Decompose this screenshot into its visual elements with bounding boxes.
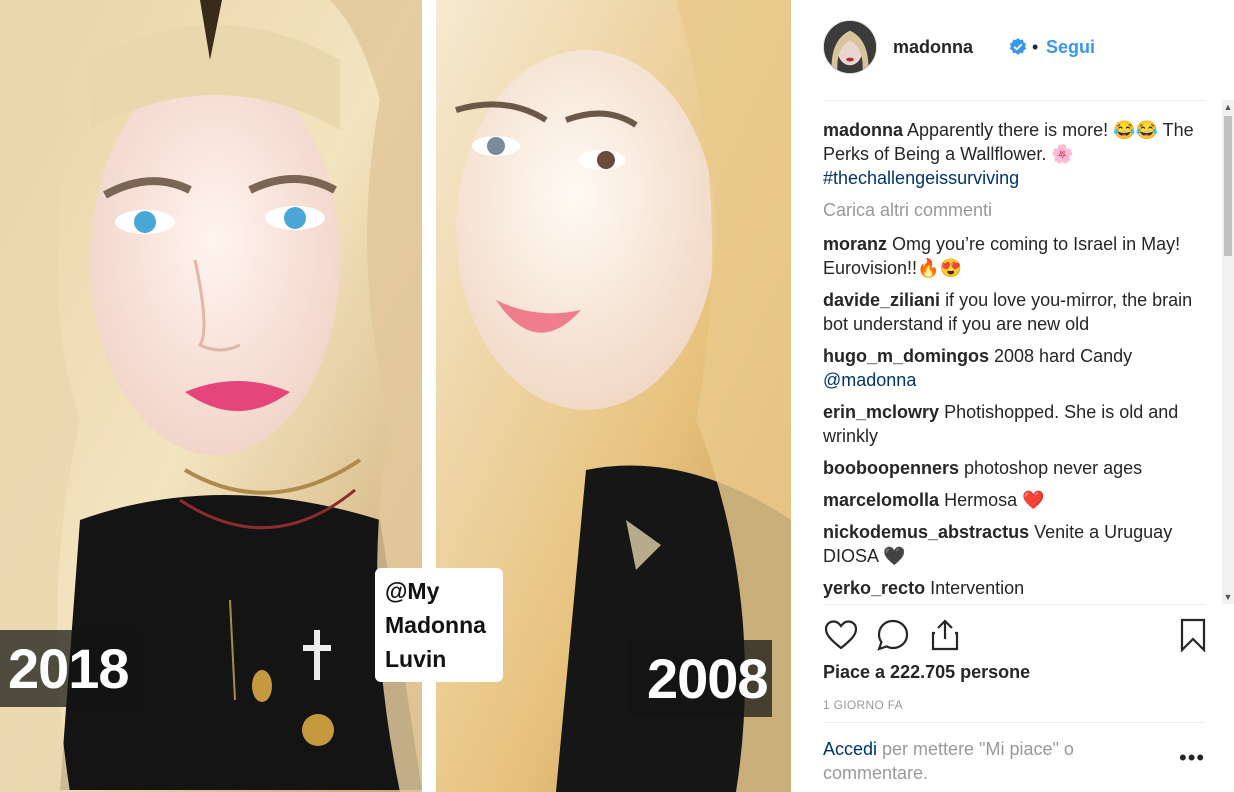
comment-item: nickodemus_abstractus Venite a Uruguay D… — [823, 520, 1205, 568]
verified-badge-icon — [1009, 38, 1027, 55]
comment-username[interactable]: marcelomolla — [823, 490, 939, 510]
load-more-comments-button[interactable]: Carica altri commenti — [823, 198, 1205, 222]
avatar[interactable] — [823, 20, 877, 74]
comment-text: 2008 hard Candy — [994, 346, 1133, 366]
comment-item: erin_mclowry Photishopped. She is old an… — [823, 400, 1205, 448]
caption-hashtag[interactable]: #thechallengeissurviving — [823, 168, 1019, 188]
comment-text: Intervention — [930, 578, 1025, 598]
year-label-2008: 2008 — [627, 640, 772, 717]
tag-line: Madonna — [385, 612, 486, 638]
comment-button[interactable] — [875, 617, 911, 653]
follow-button[interactable]: Segui — [1046, 37, 1095, 58]
header-username[interactable]: madonna — [893, 37, 973, 58]
scrollbar-thumb[interactable] — [1224, 116, 1232, 256]
comment-item: davide_ziliani if you love you-mirror, t… — [823, 288, 1205, 336]
post-header: madonna • Segui — [823, 20, 1205, 101]
header-separator: • — [1032, 37, 1039, 57]
bookmark-icon — [1180, 618, 1206, 653]
comment-username[interactable]: booboopenners — [823, 458, 959, 478]
post-caption: madonna Apparently there is more! 😂😂 The… — [823, 118, 1205, 190]
comment-username[interactable]: yerko_recto — [823, 578, 925, 598]
comment-username[interactable]: nickodemus_abstractus — [823, 522, 1029, 542]
post-timestamp[interactable]: 1 GIORNO FA — [823, 698, 903, 712]
scroll-down-arrow-icon[interactable]: ▼ — [1222, 590, 1234, 604]
tag-line: Luvin — [385, 646, 447, 672]
comment-item: moranz Omg you’re coming to Israel in Ma… — [823, 232, 1205, 280]
comment-item: marcelomolla Hermosa ❤️ — [823, 488, 1205, 512]
like-button[interactable] — [823, 617, 859, 653]
comments-list[interactable]: madonna Apparently there is more! 😂😂 The… — [823, 118, 1205, 604]
more-options-button[interactable]: ••• — [1179, 747, 1205, 769]
comment-username[interactable]: erin_mclowry — [823, 402, 939, 422]
comment-item: booboopenners photoshop never ages — [823, 456, 1205, 480]
share-icon — [931, 619, 959, 651]
post-side-panel: madonna • Segui madonna Apparently there… — [791, 0, 1234, 792]
comment-item: yerko_recto Intervention — [823, 576, 1205, 600]
comment-mention[interactable]: @madonna — [823, 370, 916, 390]
tag-line: @My — [385, 578, 440, 604]
heart-icon — [824, 620, 858, 650]
comment-username[interactable]: hugo_m_domingos — [823, 346, 989, 366]
save-button[interactable] — [1175, 617, 1211, 653]
divider — [823, 722, 1205, 723]
comment-text: photoshop never ages — [964, 458, 1143, 478]
comments-scrollbar[interactable]: ▲ ▼ — [1222, 100, 1234, 604]
post-photo[interactable]: 2018 2008 @My Madonna Luvin — [0, 0, 791, 792]
login-link[interactable]: Accedi — [823, 739, 877, 759]
comment-username[interactable]: davide_ziliani — [823, 290, 940, 310]
post-actions-bar — [823, 604, 1206, 665]
share-button[interactable] — [927, 617, 963, 653]
comment-text: Hermosa ❤️ — [944, 490, 1045, 510]
comment-item: hugo_m_domingos 2008 hard Candy @madonna — [823, 344, 1205, 392]
scroll-up-arrow-icon[interactable]: ▲ — [1222, 100, 1234, 114]
year-label-2018: 2018 — [0, 630, 143, 707]
login-prompt: Accedi per mettere "Mi piace" o commenta… — [823, 737, 1143, 785]
comment-username[interactable]: madonna — [823, 120, 903, 140]
photo-tag-sticker: @My Madonna Luvin — [375, 568, 503, 682]
comment-icon — [877, 619, 909, 651]
comment-username[interactable]: moranz — [823, 234, 887, 254]
likes-count[interactable]: Piace a 222.705 persone — [823, 662, 1030, 683]
